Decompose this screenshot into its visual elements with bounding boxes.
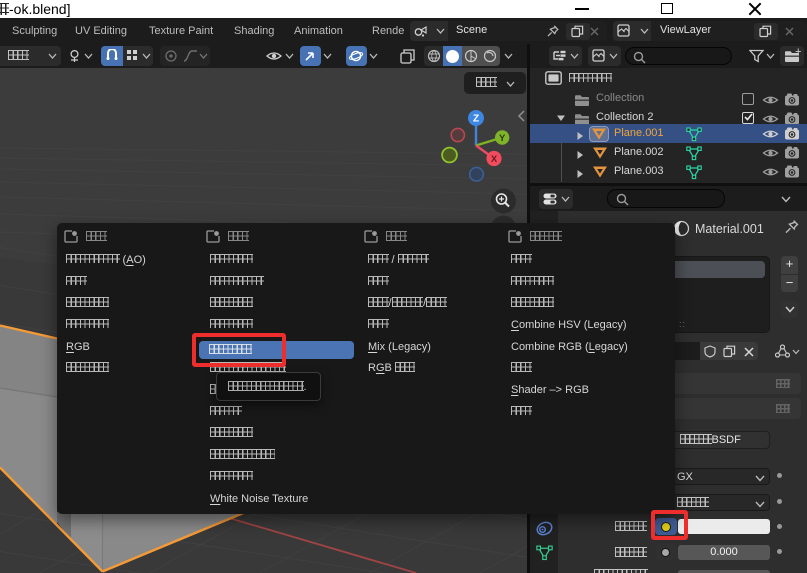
svg-text:Z: Z (473, 114, 479, 125)
svg-text:X: X (491, 154, 498, 165)
svg-text:Y: Y (499, 133, 506, 144)
